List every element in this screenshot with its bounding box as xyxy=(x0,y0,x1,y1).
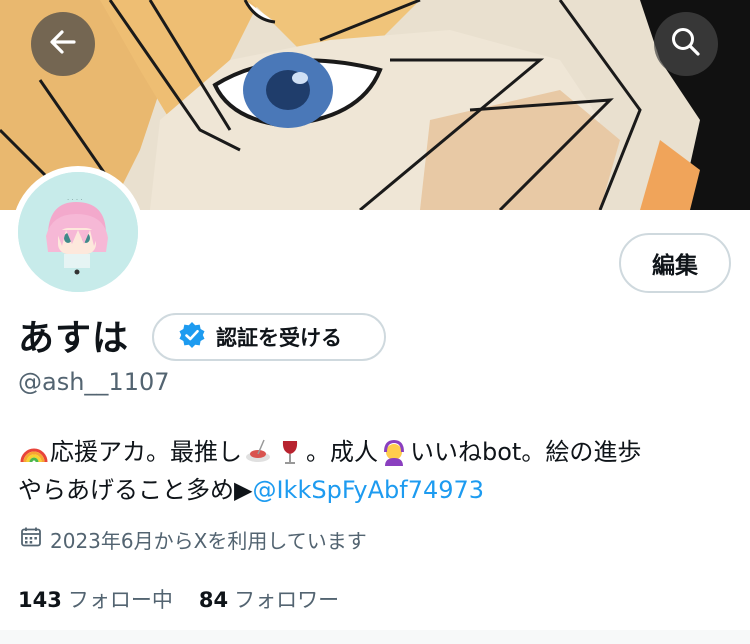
join-date: 2023年6月からXを利用しています xyxy=(20,525,367,554)
profile-bio: 応援アカ。最推し 。成人 いいねbot。絵の進歩 やらあげること多め▶ @Ikk… xyxy=(18,433,738,509)
display-name: あすは xyxy=(18,318,130,359)
person-gesturing-ok-icon xyxy=(380,438,408,466)
back-button[interactable] xyxy=(31,12,95,76)
calendar-icon xyxy=(20,526,42,553)
get-verified-button[interactable]: 認証を受ける xyxy=(152,313,386,361)
avatar[interactable]: · · · · xyxy=(18,172,138,292)
followers-link[interactable]: 84 フォロワー xyxy=(199,584,339,614)
tab-bar-edge xyxy=(0,630,750,644)
following-link[interactable]: 143 フォロー中 xyxy=(18,584,173,614)
verified-badge-icon xyxy=(178,321,206,354)
arrow-left-icon xyxy=(48,27,78,61)
search-icon xyxy=(670,26,702,62)
wine-glass-icon xyxy=(276,438,304,466)
avatar-border: · · · · xyxy=(12,166,144,298)
rainbow-icon xyxy=(20,438,48,466)
verify-label: 認証を受ける xyxy=(216,326,342,350)
edit-profile-button[interactable]: 編集 xyxy=(619,233,731,293)
search-button[interactable] xyxy=(654,12,718,76)
user-handle: @ash__1107 xyxy=(18,368,170,396)
follow-stats: 143 フォロー中 84 フォロワー xyxy=(18,584,339,614)
spaghetti-icon xyxy=(244,438,272,466)
mention-link[interactable]: @IkkSpFyAbf74973 xyxy=(252,471,484,509)
